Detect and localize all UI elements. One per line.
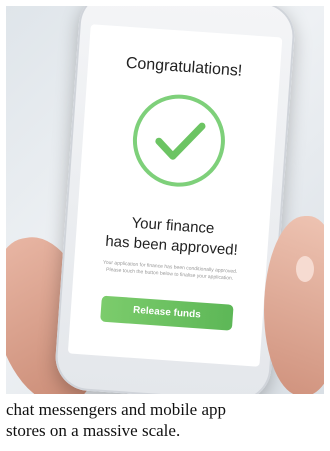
success-ring [129,91,229,190]
release-funds-button[interactable]: Release funds [100,295,234,331]
phone-screen: Congratulations! Your finance has been a… [67,24,283,367]
congrats-title: Congratulations! [125,54,243,80]
fine-print: Your application for finance has been co… [102,259,238,282]
photo: Congratulations! Your finance has been a… [6,6,324,394]
caption-line-1: chat messengers and mobile app [6,400,226,419]
thumbnail-nail [296,256,314,282]
approval-message: Your finance has been approved! [75,210,269,263]
smartphone: Congratulations! Your finance has been a… [53,6,297,394]
checkmark-icon [155,122,206,160]
caption-line-2: stores on a massive scale. [6,421,181,440]
caption: chat messengers and mobile app stores on… [6,399,326,441]
